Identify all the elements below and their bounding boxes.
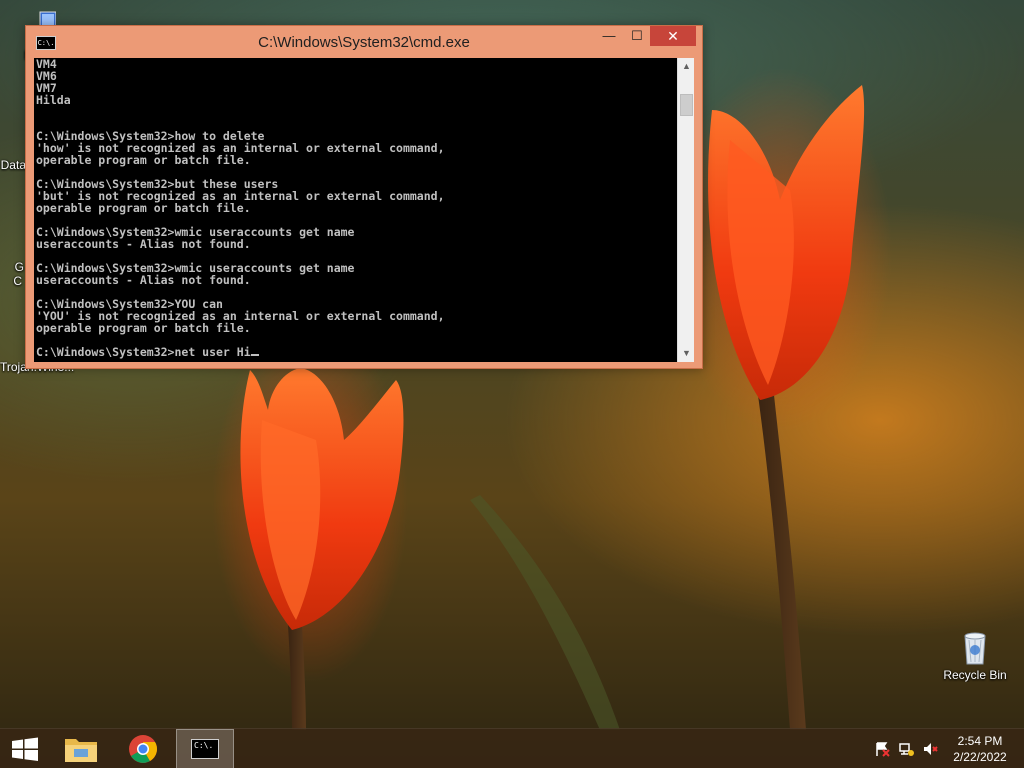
minimize-button[interactable]: — bbox=[596, 26, 622, 46]
console-line: VM6 bbox=[36, 69, 57, 83]
console-line: Hilda bbox=[36, 93, 71, 107]
network-icon[interactable] bbox=[898, 741, 914, 757]
taskbar-cmd[interactable]: C:\. bbox=[176, 729, 234, 768]
console-line: operable program or batch file. bbox=[36, 321, 251, 335]
cmd-taskbar-icon: C:\. bbox=[191, 739, 219, 759]
windows-logo-icon bbox=[12, 737, 38, 761]
console-line: useraccounts - Alias not found. bbox=[36, 273, 251, 287]
text-cursor bbox=[250, 354, 259, 356]
desktop-icon-recycle-bin[interactable]: Recycle Bin bbox=[937, 630, 1013, 682]
clock-date: 2/22/2022 bbox=[953, 750, 1007, 764]
recycle-bin-icon bbox=[964, 632, 986, 665]
start-button[interactable] bbox=[0, 729, 50, 768]
scroll-up-button[interactable]: ▲ bbox=[678, 58, 694, 75]
clock-time: 2:54 PM bbox=[957, 734, 1003, 748]
console-line: VM7 bbox=[36, 81, 57, 95]
scroll-thumb[interactable] bbox=[680, 94, 693, 116]
taskbar-chrome[interactable] bbox=[114, 729, 172, 768]
vertical-scrollbar[interactable]: ▲ ▼ bbox=[677, 58, 694, 362]
taskbar: C:\. 2:54 PM 2/22/2022 bbox=[0, 728, 1024, 768]
window-titlebar[interactable]: C:\. C:\Windows\System32\cmd.exe — ☐ ✕ bbox=[26, 26, 702, 58]
console-line: operable program or batch file. bbox=[36, 201, 251, 215]
close-button[interactable]: ✕ bbox=[650, 26, 696, 46]
volume-muted-icon[interactable] bbox=[922, 741, 938, 757]
folder-icon bbox=[65, 739, 97, 762]
console-line: VM4 bbox=[36, 58, 57, 71]
chrome-icon bbox=[129, 735, 157, 763]
scroll-down-button[interactable]: ▼ bbox=[678, 345, 694, 362]
taskbar-file-explorer[interactable] bbox=[52, 729, 110, 768]
cmd-window[interactable]: C:\. C:\Windows\System32\cmd.exe — ☐ ✕ V… bbox=[25, 25, 703, 369]
console-area[interactable]: VM4 VM6 VM7 Hilda C:\Windows\System32>how to… bbox=[34, 58, 694, 362]
desktop-icon-label: Recycle Bin bbox=[943, 668, 1007, 682]
console-line: C:\Windows\System32>net user Hi bbox=[36, 346, 676, 358]
console-line: operable program or batch file. bbox=[36, 153, 251, 167]
console-output: VM4 VM6 VM7 Hilda C:\Windows\System32>how to… bbox=[36, 58, 676, 358]
taskbar-clock[interactable]: 2:54 PM 2/22/2022 bbox=[938, 733, 1022, 765]
maximize-button[interactable]: ☐ bbox=[624, 26, 650, 46]
console-line: useraccounts - Alias not found. bbox=[36, 237, 251, 251]
flag-icon[interactable] bbox=[874, 741, 890, 757]
